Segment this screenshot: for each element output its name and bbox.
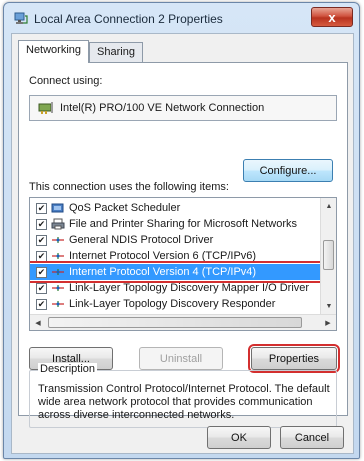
description-group: Description Transmission Control Protoco…: [29, 363, 337, 428]
item-checkbox[interactable]: ✔: [36, 298, 47, 310]
window-title: Local Area Connection 2 Properties: [34, 12, 223, 26]
item-label: Internet Protocol Version 4 (TCP/IPv4): [69, 266, 257, 278]
list-item[interactable]: ✔ Internet Protocol Version 4 (TCP/IPv4): [30, 261, 325, 283]
tab-networking[interactable]: Networking: [18, 40, 90, 63]
protocol-icon: [51, 266, 65, 278]
item-checkbox[interactable]: ✔: [36, 282, 47, 294]
adapter-field: Intel(R) PRO/100 VE Network Connection: [29, 95, 337, 121]
vertical-scroll-thumb[interactable]: [323, 240, 334, 270]
list-item[interactable]: ✔ Link-Layer Topology Discovery Responder: [30, 296, 322, 312]
tab-sharing[interactable]: Sharing: [89, 42, 143, 62]
item-checkbox[interactable]: ✔: [36, 250, 47, 262]
description-text: Transmission Control Protocol/Internet P…: [38, 383, 330, 421]
tab-strip: Networking Sharing: [18, 40, 143, 63]
scroll-right-icon[interactable]: ▶: [320, 315, 336, 330]
network-connection-icon: [14, 12, 28, 24]
scroll-up-icon[interactable]: ▲: [321, 198, 336, 214]
item-label: Internet Protocol Version 6 (TCP/IPv6): [69, 250, 257, 262]
item-checkbox[interactable]: ✔: [36, 234, 47, 246]
list-item[interactable]: ✔ File and Printer Sharing for Microsoft …: [30, 216, 322, 232]
networking-panel: Connect using: Intel(R) PRO/100 VE Netwo…: [18, 62, 348, 428]
connect-using-label: Connect using:: [29, 75, 103, 87]
item-checkbox[interactable]: ✔: [36, 218, 47, 230]
properties-dialog: Local Area Connection 2 Properties x Net…: [3, 2, 360, 459]
protocol-icon: [51, 282, 65, 294]
item-label: Link-Layer Topology Discovery Mapper I/O…: [69, 282, 310, 294]
item-checkbox[interactable]: ✔: [36, 202, 47, 214]
horizontal-scroll-thumb[interactable]: [48, 317, 302, 328]
list-item[interactable]: ✔ General NDIS Protocol Driver: [30, 232, 322, 248]
dialog-body: Networking Sharing Connect using: Intel(…: [11, 33, 354, 454]
close-icon: x: [328, 9, 336, 25]
list-item[interactable]: ✔ Internet Protocol Version 6 (TCP/IPv6): [30, 248, 322, 264]
items-list[interactable]: ✔ QoS Packet Scheduler ✔ File and Printer S…: [29, 197, 337, 331]
list-item[interactable]: ✔ Link-Layer Topology Discovery Mapper I/…: [30, 280, 322, 296]
ok-button[interactable]: OK: [207, 426, 271, 449]
item-label: Link-Layer Topology Discovery Responder: [69, 298, 276, 310]
cancel-button[interactable]: Cancel: [280, 426, 344, 449]
close-button[interactable]: x: [311, 7, 353, 27]
configure-button[interactable]: Configure...: [243, 159, 333, 182]
scroll-left-icon[interactable]: ◀: [30, 315, 46, 330]
protocol-icon: [51, 250, 65, 262]
qos-icon: [51, 202, 65, 214]
item-label: QoS Packet Scheduler: [69, 202, 181, 214]
protocol-icon: [51, 234, 65, 246]
uninstall-button[interactable]: Uninstall: [139, 347, 223, 370]
properties-button[interactable]: Properties: [248, 344, 340, 373]
network-adapter-icon: [38, 102, 53, 114]
scroll-down-icon[interactable]: ▼: [321, 298, 336, 314]
horizontal-scrollbar[interactable]: ◀ ▶: [30, 314, 336, 330]
protocol-icon: [51, 298, 65, 310]
items-rows: ✔ QoS Packet Scheduler ✔ File and Printer S…: [30, 200, 325, 312]
item-checkbox[interactable]: ✔: [36, 266, 47, 278]
vertical-scrollbar[interactable]: ▲ ▼: [320, 198, 336, 314]
printer-icon: [51, 218, 65, 230]
title-bar[interactable]: Local Area Connection 2 Properties x: [4, 3, 359, 33]
items-label: This connection uses the following items…: [29, 181, 229, 193]
item-label: File and Printer Sharing for Microsoft N…: [69, 218, 298, 230]
list-item[interactable]: ✔ QoS Packet Scheduler: [30, 200, 322, 216]
adapter-name: Intel(R) PRO/100 VE Network Connection: [60, 102, 265, 114]
description-title: Description: [38, 363, 98, 375]
item-label: General NDIS Protocol Driver: [69, 234, 214, 246]
